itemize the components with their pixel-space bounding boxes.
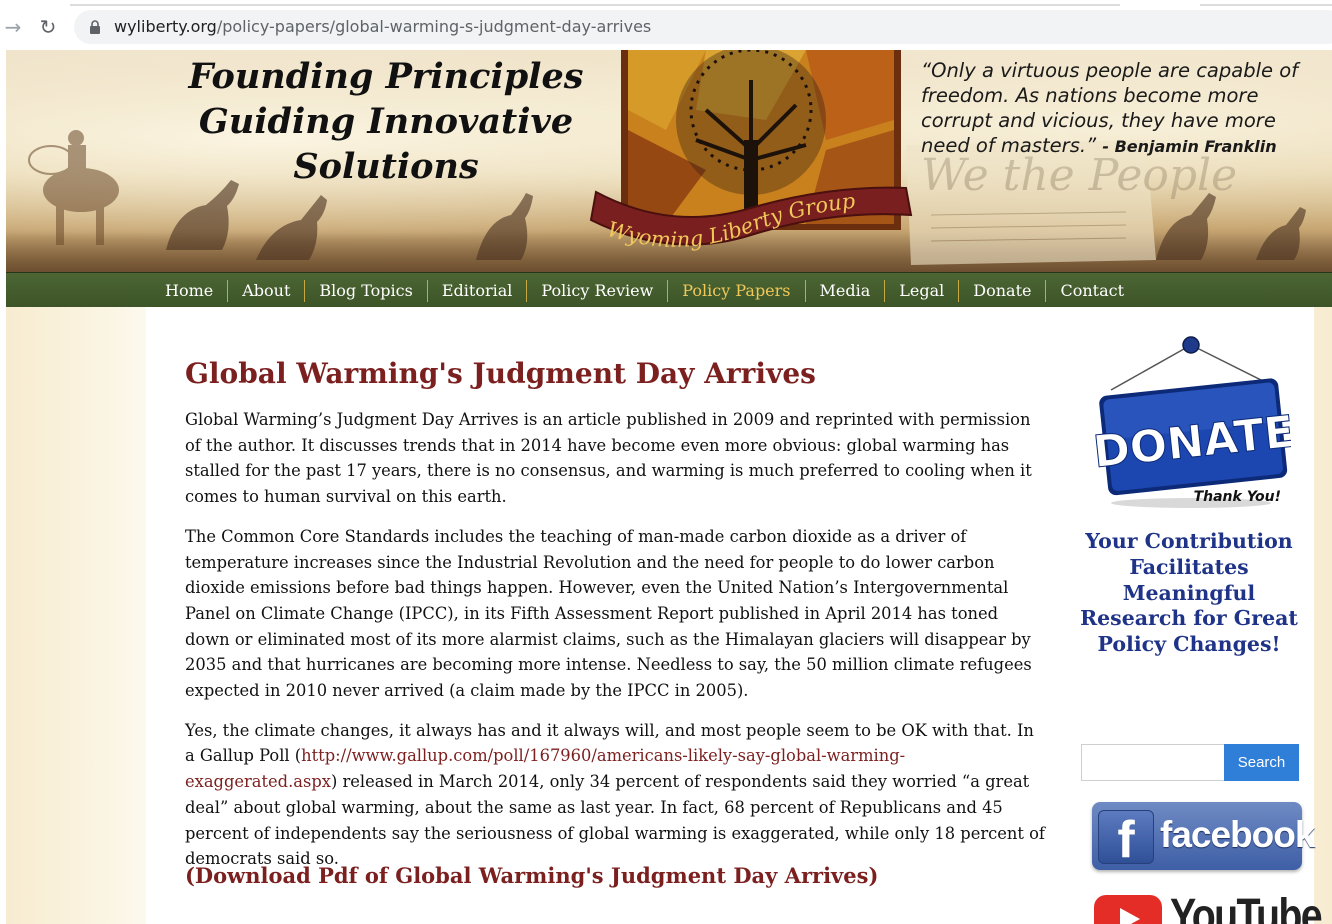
header-banner: We the People Founding Principles Guidin… (6, 50, 1332, 272)
article-paragraph-3: Yes, the climate changes, it always has … (185, 718, 1047, 872)
search-button[interactable]: Search (1224, 744, 1299, 781)
nav-item-contact[interactable]: Contact (1046, 280, 1138, 302)
nav-item-legal[interactable]: Legal (885, 279, 960, 302)
nav-item-policy-papers[interactable]: Policy Papers (668, 279, 806, 302)
browser-toolbar: → ↻ wyliberty.org/policy-papers/global-w… (0, 0, 1332, 50)
article-paragraph-1: Global Warming’s Judgment Day Arrives is… (185, 410, 1032, 507)
quote-author: - Benjamin Franklin (1102, 137, 1277, 156)
nav-item-home[interactable]: Home (151, 279, 229, 302)
article-paragraph-2: The Common Core Standards includes the t… (185, 526, 1032, 701)
tagline-line-3: Solutions (293, 146, 479, 187)
url-text: wyliberty.org/policy-papers/global-warmi… (114, 17, 651, 36)
youtube-play-icon (1094, 895, 1162, 924)
header-tagline: Founding Principles Guiding Innovative S… (176, 54, 596, 189)
youtube-button[interactable]: YouTube (1094, 890, 1323, 924)
site-logo[interactable]: Wyoming Liberty Group (581, 180, 921, 260)
facebook-button[interactable]: f facebook (1092, 802, 1315, 870)
url-domain: wyliberty.org (114, 17, 217, 36)
cowboy-silhouette (28, 130, 119, 245)
facebook-f-icon: f (1098, 810, 1154, 869)
address-bar[interactable]: wyliberty.org/policy-papers/global-warmi… (74, 10, 1332, 44)
tab-strip-edge-right (1200, 4, 1332, 6)
nav-item-about[interactable]: About (228, 279, 306, 302)
back-arrow-icon[interactable]: → (0, 14, 26, 40)
tagline-line-2: Guiding Innovative (198, 101, 574, 142)
article-body: Global Warming’s Judgment Day Arrives is… (185, 407, 1047, 886)
nav-item-policy-review[interactable]: Policy Review (527, 279, 669, 302)
nav-list: Home About Blog Topics Editorial Policy … (151, 273, 1138, 308)
nav-item-editorial[interactable]: Editorial (428, 279, 528, 302)
donate-sign-button[interactable]: DONATE Thank You! (1091, 335, 1291, 515)
main-nav: Home About Blog Topics Editorial Policy … (6, 272, 1332, 307)
contribution-message: Your Contribution Facilitates Meaningful… (1080, 529, 1298, 657)
nav-item-media[interactable]: Media (806, 279, 886, 302)
search-input[interactable] (1081, 744, 1226, 781)
nav-item-blog-topics[interactable]: Blog Topics (305, 279, 428, 302)
tagline-line-1: Founding Principles (188, 56, 584, 97)
download-pdf-link[interactable]: (Download Pdf of Global Warming's Judgme… (185, 863, 878, 888)
nav-item-donate[interactable]: Donate (959, 279, 1047, 302)
url-path: /policy-papers/global-warming-s-judgment… (216, 17, 652, 36)
page-background: We the People Founding Principles Guidin… (6, 50, 1332, 924)
reload-icon[interactable]: ↻ (35, 14, 61, 40)
tab-strip-edge (70, 4, 1120, 6)
content-panel: Global Warming's Judgment Day Arrives Gl… (146, 307, 1323, 924)
article-title: Global Warming's Judgment Day Arrives (185, 357, 816, 390)
lock-icon (90, 20, 100, 34)
franklin-quote: “Only a virtuous people are capable of f… (921, 58, 1321, 159)
donate-thanks: Thank You! (1194, 489, 1281, 505)
facebook-label: facebook (1160, 814, 1315, 855)
youtube-label: YouTube (1170, 890, 1323, 924)
